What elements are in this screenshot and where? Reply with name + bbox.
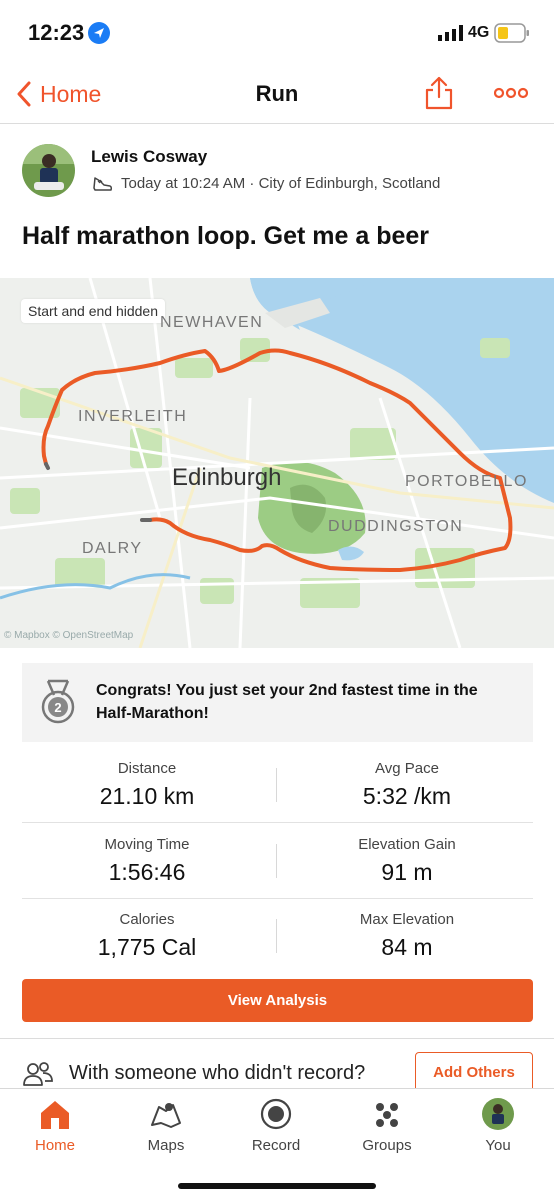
- achievement-banner[interactable]: 2 Congrats! You just set your 2nd fastes…: [22, 663, 533, 742]
- place-label: DUDDINGSTON: [328, 518, 464, 535]
- tab-label: Record: [251, 1137, 301, 1154]
- city-label: Edinburgh: [172, 464, 282, 491]
- location-arrow-icon: [88, 22, 110, 44]
- network-type: 4G: [468, 24, 490, 41]
- achievement-text: Congrats! You just set your 2nd fastest …: [96, 682, 478, 722]
- tab-record[interactable]: Record: [231, 1097, 321, 1154]
- place-label: NEWHAVEN: [160, 314, 264, 331]
- athlete-avatar[interactable]: [22, 144, 75, 197]
- status-time: 12:23: [28, 20, 85, 45]
- stat-value: 91 m: [381, 859, 433, 885]
- record-icon: [260, 1098, 292, 1130]
- stat-max-elevation: Max Elevation 84 m: [282, 911, 532, 961]
- athlete-name[interactable]: Lewis Cosway: [91, 147, 207, 167]
- tab-label: You: [485, 1137, 511, 1154]
- stat-label: Avg Pace: [375, 760, 439, 777]
- groups-icon: [376, 1103, 398, 1127]
- tab-label: Groups: [362, 1137, 412, 1154]
- activity-meta: Today at 10:24 AM · City of Edinburgh, S…: [121, 175, 441, 192]
- stat-label: Distance: [117, 760, 177, 777]
- tab-groups[interactable]: Groups: [342, 1097, 432, 1154]
- stat-value: 5:32 /km: [362, 783, 452, 809]
- stat-label: Elevation Gain: [358, 836, 456, 853]
- view-analysis-button[interactable]: View Analysis: [22, 979, 533, 1022]
- activity-title: Half marathon loop. Get me a beer: [22, 222, 430, 250]
- tab-label: Home: [34, 1137, 75, 1154]
- start-end-hidden-tag: Start and end hidden: [21, 299, 165, 323]
- home-indicator[interactable]: [178, 1183, 376, 1189]
- stat-calories: Calories 1,775 Cal: [22, 911, 272, 961]
- tab-maps[interactable]: Maps: [121, 1097, 211, 1154]
- map-canvas: [0, 278, 554, 648]
- place-label: DALRY: [82, 540, 143, 557]
- signal-bars-icon: [438, 25, 463, 41]
- stat-label: Calories: [119, 911, 175, 928]
- battery-low-icon: [494, 23, 529, 43]
- stat-distance: Distance 21.10 km: [22, 760, 272, 810]
- stat-avg-pace: Avg Pace 5:32 /km: [282, 760, 532, 810]
- place-label: PORTOBELLO: [405, 473, 528, 490]
- page-title: Run: [255, 81, 299, 106]
- stat-divider: [276, 844, 277, 878]
- stat-row-divider: [22, 898, 533, 899]
- map-attribution[interactable]: © Mapbox © OpenStreetMap: [4, 630, 133, 641]
- stat-value: 1:56:46: [108, 859, 186, 885]
- nav-bar: Home Run: [0, 64, 554, 124]
- map-icon: [151, 1103, 181, 1128]
- stat-value: 21.10 km: [99, 783, 195, 809]
- medal-rank: 2: [54, 700, 61, 715]
- medal-icon: 2: [41, 679, 75, 724]
- stat-label: Max Elevation: [359, 911, 455, 928]
- profile-avatar-icon: [482, 1098, 514, 1130]
- tab-you[interactable]: You: [453, 1097, 543, 1154]
- stat-value: 84 m: [381, 934, 433, 960]
- home-icon: [41, 1101, 69, 1129]
- stat-moving-time: Moving Time 1:56:46: [22, 836, 272, 886]
- people-icon: [23, 1062, 53, 1086]
- status-bar: 12:23 4G: [0, 0, 554, 64]
- others-prompt: With someone who didn't record?: [69, 1062, 366, 1084]
- place-label: INVERLEITH: [78, 408, 188, 425]
- route-map[interactable]: Start and end hidden NEWHAVEN INVERLEITH…: [0, 278, 554, 648]
- tab-label: Maps: [147, 1137, 185, 1154]
- stat-value: 1,775 Cal: [97, 934, 197, 960]
- stat-divider: [276, 919, 277, 953]
- tab-home[interactable]: Home: [10, 1097, 100, 1154]
- share-icon[interactable]: [424, 76, 454, 110]
- section-divider: [0, 1038, 554, 1039]
- stat-row-divider: [22, 822, 533, 823]
- stat-elevation-gain: Elevation Gain 91 m: [282, 836, 532, 886]
- running-shoe-icon: [93, 177, 113, 191]
- stat-label: Moving Time: [104, 836, 190, 853]
- stat-divider: [276, 768, 277, 802]
- more-dots-icon[interactable]: [494, 86, 528, 100]
